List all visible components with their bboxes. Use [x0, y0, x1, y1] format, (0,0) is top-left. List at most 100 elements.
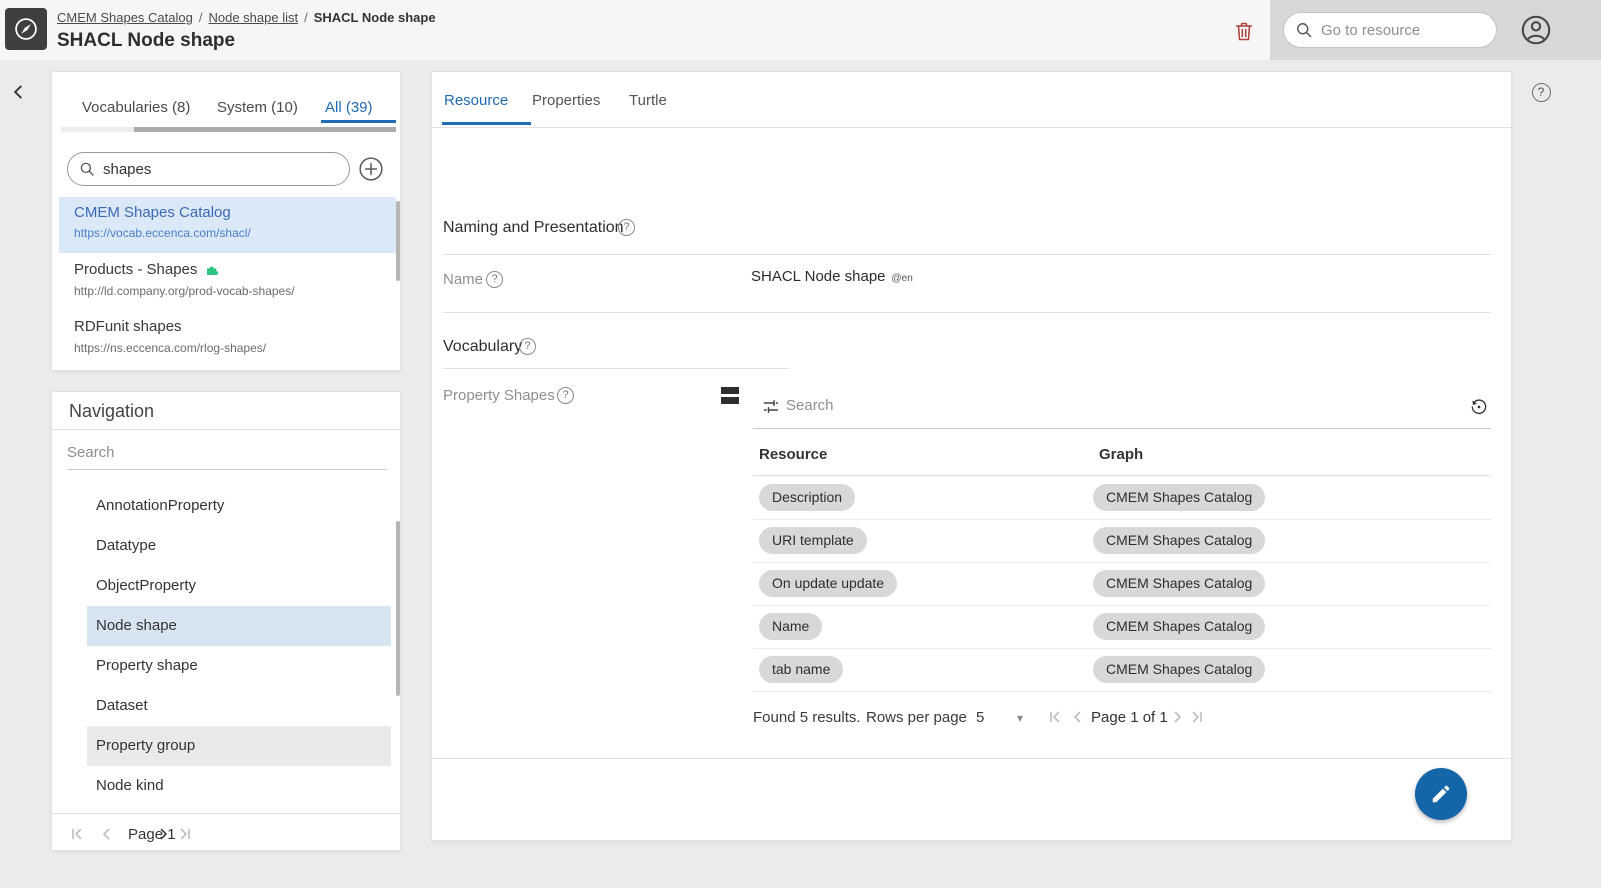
- list-view-toggle-icon[interactable]: [721, 387, 739, 404]
- active-tab-underline: [321, 120, 396, 123]
- tab-all[interactable]: All (39): [325, 99, 373, 116]
- nav-item-node-kind[interactable]: Node kind: [87, 766, 391, 806]
- navigation-panel: Navigation AnnotationProperty Datatype O…: [51, 391, 401, 851]
- naming-help-button[interactable]: ?: [618, 218, 635, 236]
- previous-page-icon[interactable]: [97, 825, 115, 843]
- vocab-item-products-shapes[interactable]: Products - Shapes http://ld.company.org/…: [59, 253, 396, 310]
- breadcrumb-link-shapes-catalog[interactable]: CMEM Shapes Catalog: [57, 10, 193, 25]
- help-icon: ?: [557, 387, 574, 404]
- collapse-sidebar-button[interactable]: [8, 80, 32, 104]
- help-icon: ?: [618, 219, 635, 236]
- vocab-item-url: https://ns.eccenca.com/rlog-shapes/: [74, 341, 266, 355]
- tabs-horizontal-scrollbar[interactable]: [61, 127, 396, 132]
- compass-logo-icon: [12, 15, 40, 43]
- vertical-scrollbar-thumb[interactable]: [396, 201, 400, 281]
- property-shapes-help-button[interactable]: ?: [557, 386, 574, 404]
- vocabulary-search-input[interactable]: [103, 161, 333, 178]
- edit-button[interactable]: [1415, 768, 1467, 820]
- active-tab-underline: [442, 122, 531, 125]
- app-logo[interactable]: [5, 8, 47, 50]
- divider: [753, 475, 1491, 476]
- divider: [443, 368, 789, 369]
- resource-chip[interactable]: Description: [759, 484, 855, 511]
- vertical-scrollbar-thumb[interactable]: [396, 521, 400, 696]
- page-title: SHACL Node shape: [57, 30, 235, 52]
- divider: [443, 254, 1491, 255]
- breadcrumb-separator: /: [199, 10, 203, 25]
- vocab-item-cmem-shapes-catalog[interactable]: CMEM Shapes Catalog https://vocab.eccenc…: [59, 197, 396, 253]
- vocab-item-title: CMEM Shapes Catalog: [74, 204, 231, 221]
- vocab-item-title: Products - Shapes: [74, 261, 197, 278]
- chevron-left-icon: [8, 82, 32, 102]
- graph-chip[interactable]: CMEM Shapes Catalog: [1093, 527, 1265, 554]
- pencil-icon: [1430, 783, 1452, 805]
- next-page-icon[interactable]: [155, 825, 173, 843]
- first-page-icon[interactable]: [67, 825, 85, 843]
- last-page-icon[interactable]: [177, 825, 195, 843]
- resource-chip[interactable]: On update update: [759, 570, 897, 597]
- last-page-icon[interactable]: [1189, 708, 1207, 726]
- tab-turtle[interactable]: Turtle: [629, 92, 667, 109]
- vocab-item-url: https://vocab.eccenca.com/shacl/: [74, 226, 251, 240]
- vocabulary-help-button[interactable]: ?: [519, 337, 536, 355]
- divider: [432, 758, 1511, 759]
- navigation-search-input[interactable]: [67, 440, 387, 470]
- vocab-item-rdfunit-shapes[interactable]: RDFunit shapes https://ns.eccenca.com/rl…: [59, 310, 396, 367]
- tab-system[interactable]: System (10): [217, 99, 298, 116]
- resource-chip[interactable]: URI template: [759, 527, 867, 554]
- graph-chip[interactable]: CMEM Shapes Catalog: [1093, 484, 1265, 511]
- name-field-value: SHACL Node shape@en: [751, 268, 913, 285]
- breadcrumb-link-node-shape-list[interactable]: Node shape list: [208, 10, 298, 25]
- rows-per-page-value[interactable]: 5: [976, 709, 984, 726]
- resource-chip[interactable]: tab name: [759, 656, 843, 683]
- account-icon: [1519, 13, 1555, 47]
- delete-resource-button[interactable]: [1232, 18, 1258, 44]
- help-button[interactable]: ?: [1529, 80, 1553, 104]
- previous-page-icon[interactable]: [1068, 708, 1086, 726]
- tab-resource[interactable]: Resource: [444, 92, 508, 109]
- help-icon: ?: [1532, 83, 1551, 102]
- divider: [432, 127, 1511, 128]
- nav-item-objectproperty[interactable]: ObjectProperty: [87, 566, 391, 606]
- property-shapes-search-input[interactable]: [786, 397, 1386, 414]
- page-status: Page 1 of 1: [1091, 709, 1168, 726]
- nav-item-property-shape[interactable]: Property shape: [87, 646, 391, 686]
- nav-item-node-shape[interactable]: Node shape: [87, 606, 391, 646]
- nav-item-datatype[interactable]: Datatype: [87, 526, 391, 566]
- resource-chip[interactable]: Name: [759, 613, 822, 640]
- tab-properties[interactable]: Properties: [532, 92, 600, 109]
- vocabulary-search-field[interactable]: [67, 152, 350, 186]
- graph-chip[interactable]: CMEM Shapes Catalog: [1093, 570, 1265, 597]
- divider: [52, 813, 400, 814]
- account-button[interactable]: [1519, 12, 1555, 48]
- name-help-button[interactable]: ?: [486, 270, 503, 288]
- help-icon: ?: [486, 271, 503, 288]
- next-page-icon[interactable]: [1169, 708, 1187, 726]
- breadcrumb-separator: /: [304, 10, 308, 25]
- nav-item-annotationproperty[interactable]: AnnotationProperty: [87, 486, 391, 526]
- puzzle-plugin-icon: [205, 261, 221, 277]
- tab-vocabularies[interactable]: Vocabularies (8): [82, 99, 190, 116]
- column-header-resource: Resource: [759, 446, 827, 463]
- history-button[interactable]: [1469, 397, 1489, 417]
- chevron-down-icon[interactable]: ▾: [1017, 711, 1023, 725]
- divider: [753, 691, 1491, 692]
- graph-chip[interactable]: CMEM Shapes Catalog: [1093, 613, 1265, 640]
- vocabulary-panel: Vocabularies (8) System (10) All (39) CM…: [51, 71, 401, 371]
- nav-item-dataset[interactable]: Dataset: [87, 686, 391, 726]
- scrollbar-thumb[interactable]: [134, 127, 396, 132]
- help-icon: ?: [519, 338, 536, 355]
- vocab-item-url: http://ld.company.org/prod-vocab-shapes/: [74, 284, 295, 298]
- go-to-resource-search[interactable]: [1283, 12, 1497, 48]
- search-icon: [1294, 20, 1314, 40]
- filter-tune-icon[interactable]: [762, 398, 780, 416]
- graph-chip[interactable]: CMEM Shapes Catalog: [1093, 656, 1265, 683]
- nav-item-property-group[interactable]: Property group: [87, 726, 391, 766]
- first-page-icon[interactable]: [1045, 708, 1063, 726]
- add-vocabulary-button[interactable]: [358, 156, 384, 182]
- trash-icon: [1232, 19, 1258, 43]
- breadcrumb: CMEM Shapes Catalog/Node shape list/SHAC…: [57, 10, 436, 25]
- go-to-resource-input[interactable]: [1321, 22, 1481, 39]
- property-shapes-label: Property Shapes: [443, 387, 555, 404]
- column-header-graph: Graph: [1099, 446, 1143, 463]
